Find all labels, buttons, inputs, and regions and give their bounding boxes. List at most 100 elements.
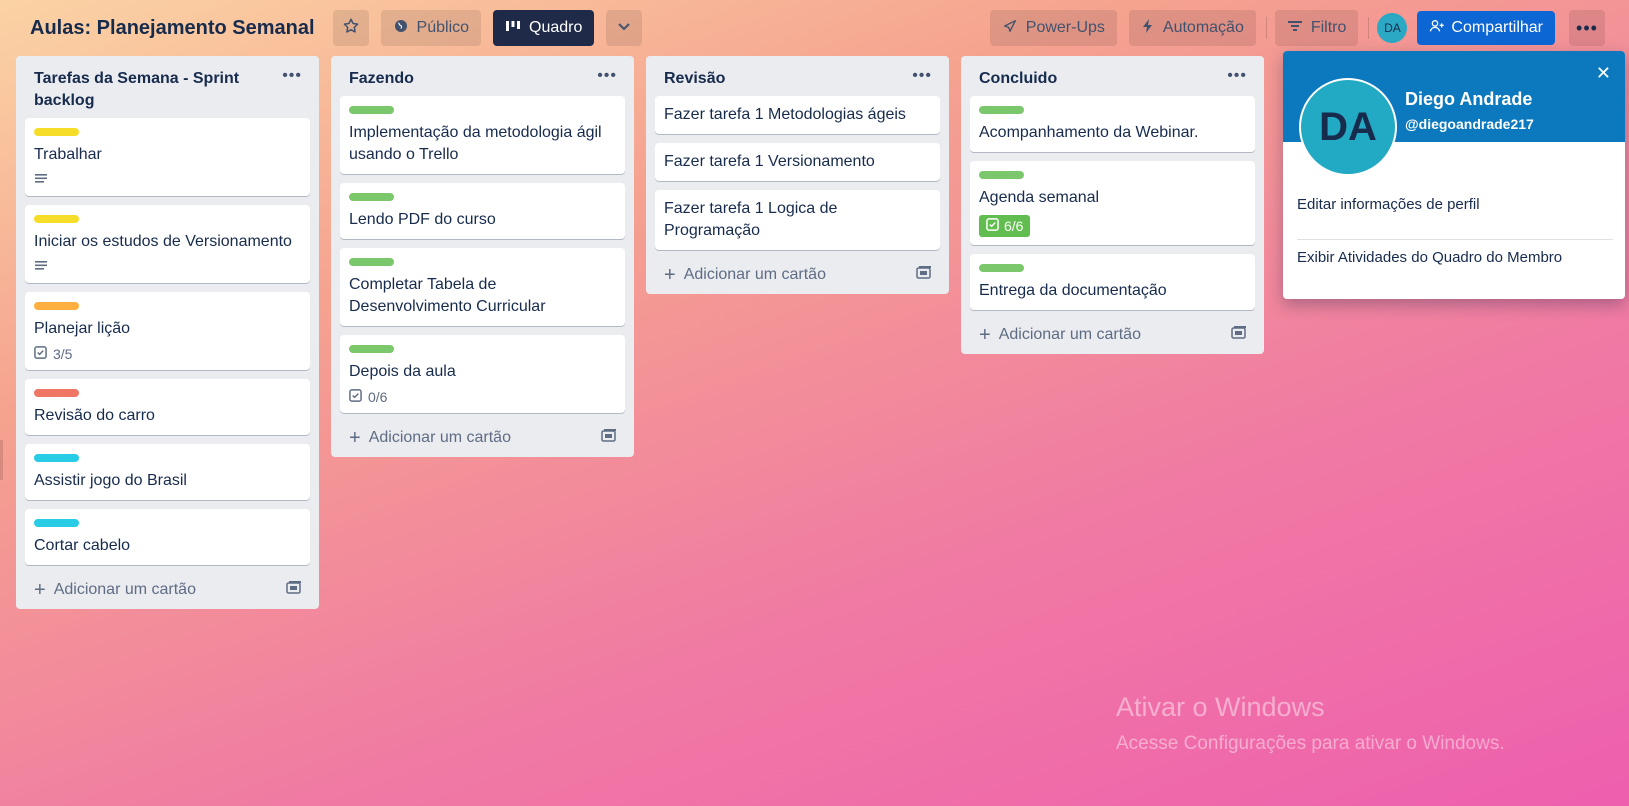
card-title: Agenda semanal bbox=[979, 189, 1100, 206]
globe-icon bbox=[393, 18, 409, 39]
template-icon[interactable] bbox=[286, 580, 302, 599]
board-view-icon bbox=[505, 19, 521, 38]
template-icon[interactable] bbox=[1231, 325, 1247, 344]
card[interactable]: Iniciar os estudos de Versionamento bbox=[25, 205, 310, 283]
card-title: Acompanhamento da Webinar. bbox=[979, 124, 1199, 141]
automation-label: Automação bbox=[1162, 19, 1244, 36]
checklist-count: 0/6 bbox=[368, 389, 388, 405]
card[interactable]: Planejar lição 3/5 bbox=[25, 292, 310, 370]
card-label[interactable] bbox=[34, 454, 79, 462]
list-header[interactable]: Concluido ••• bbox=[970, 64, 1255, 96]
more-icon[interactable]: ••• bbox=[912, 68, 932, 84]
close-icon[interactable]: ✕ bbox=[1596, 63, 1611, 84]
lightning-icon bbox=[1141, 18, 1155, 39]
card[interactable]: Acompanhamento da Webinar. bbox=[970, 96, 1255, 152]
filter-button[interactable]: Filtro bbox=[1274, 10, 1359, 46]
card-title: Entrega da documentação bbox=[979, 282, 1167, 299]
card-label[interactable] bbox=[979, 264, 1024, 272]
checklist-icon bbox=[34, 346, 47, 362]
card-label[interactable] bbox=[979, 171, 1024, 179]
card[interactable]: Cortar cabelo bbox=[25, 509, 310, 565]
card[interactable]: Lendo PDF do curso bbox=[340, 183, 625, 239]
more-icon[interactable]: ••• bbox=[282, 68, 302, 84]
template-icon[interactable] bbox=[601, 428, 617, 447]
card-label[interactable] bbox=[34, 519, 79, 527]
card-badges bbox=[34, 172, 301, 188]
card[interactable]: Trabalhar bbox=[25, 118, 310, 196]
more-icon[interactable]: ••• bbox=[1227, 68, 1247, 84]
card-badges: 6/6 bbox=[979, 215, 1246, 237]
card[interactable]: Depois da aula 0/6 bbox=[340, 335, 625, 413]
card[interactable]: Assistir jogo do Brasil bbox=[25, 444, 310, 500]
card[interactable]: Agenda semanal 6/6 bbox=[970, 161, 1255, 245]
add-card-label: Adicionar um cartão bbox=[53, 580, 196, 598]
card[interactable]: Fazer tarefa 1 Versionamento bbox=[655, 143, 940, 181]
avatar-initials: DA bbox=[1384, 21, 1401, 35]
list-header[interactable]: Revisão ••• bbox=[655, 64, 940, 96]
card-label[interactable] bbox=[349, 345, 394, 353]
windows-activation-title: Ativar o Windows bbox=[1116, 692, 1325, 722]
star-button[interactable] bbox=[332, 10, 369, 46]
share-button[interactable]: Compartilhar bbox=[1417, 11, 1555, 45]
card-title: Trabalhar bbox=[34, 146, 102, 163]
card-label[interactable] bbox=[34, 302, 79, 310]
list-title[interactable]: Concluido bbox=[979, 68, 1057, 90]
card-label[interactable] bbox=[34, 128, 79, 136]
list-title[interactable]: Revisão bbox=[664, 68, 725, 90]
card-title: Fazer tarefa 1 Logica de Programação bbox=[664, 200, 838, 239]
card[interactable]: Revisão do carro bbox=[25, 379, 310, 435]
checklist-count: 3/5 bbox=[53, 346, 73, 362]
list-header[interactable]: Fazendo ••• bbox=[340, 64, 625, 96]
board-header: Aulas: Planejamento Semanal Público Quad… bbox=[0, 0, 1629, 56]
add-card-button[interactable]: + Adicionar um cartão bbox=[979, 325, 1141, 345]
automation-button[interactable]: Automação bbox=[1128, 10, 1256, 46]
view-switcher-button[interactable] bbox=[606, 10, 643, 46]
window-edge bbox=[0, 440, 3, 480]
plus-icon: + bbox=[34, 578, 46, 601]
board-view-button[interactable]: Quadro bbox=[493, 10, 595, 46]
card[interactable]: Completar Tabela de Desenvolvimento Curr… bbox=[340, 248, 625, 326]
card[interactable]: Fazer tarefa 1 Metodologias ágeis bbox=[655, 96, 940, 134]
list-title[interactable]: Fazendo bbox=[349, 68, 414, 90]
list-title[interactable]: Tarefas da Semana - Sprint backlog bbox=[34, 68, 254, 112]
visibility-button[interactable]: Público bbox=[380, 10, 482, 46]
card-label[interactable] bbox=[979, 106, 1024, 114]
edit-profile-link[interactable]: Editar informações de perfil bbox=[1297, 196, 1480, 213]
view-activity-link[interactable]: Exibir Atividades do Quadro do Membro bbox=[1297, 249, 1562, 266]
member-avatar[interactable]: DA bbox=[1377, 13, 1408, 43]
powerups-button[interactable]: Power-Ups bbox=[989, 10, 1117, 46]
add-card-button[interactable]: + Adicionar um cartão bbox=[349, 426, 511, 449]
add-person-icon bbox=[1429, 18, 1445, 39]
card-label[interactable] bbox=[349, 258, 394, 266]
rocket-icon bbox=[1002, 18, 1018, 39]
card[interactable]: Entrega da documentação bbox=[970, 254, 1255, 310]
card-label[interactable] bbox=[349, 193, 394, 201]
add-card-label: Adicionar um cartão bbox=[368, 428, 511, 446]
card-label[interactable] bbox=[349, 106, 394, 114]
card-label[interactable] bbox=[34, 389, 79, 397]
card[interactable]: Implementação da metodologia ágil usando… bbox=[340, 96, 625, 174]
description-icon bbox=[34, 172, 48, 188]
template-icon[interactable] bbox=[916, 265, 932, 284]
toolbar-divider bbox=[1368, 17, 1370, 39]
windows-activation-text: Acesse Configurações para ativar o Windo… bbox=[1116, 733, 1505, 754]
card-title: Revisão do carro bbox=[34, 407, 155, 424]
card-badges bbox=[34, 259, 301, 275]
card-title: Cortar cabelo bbox=[34, 537, 131, 554]
member-avatar-large: DA bbox=[1299, 78, 1397, 176]
board-title[interactable]: Aulas: Planejamento Semanal bbox=[30, 17, 315, 40]
board-menu-button[interactable]: ••• bbox=[1569, 10, 1605, 46]
powerups-label: Power-Ups bbox=[1025, 19, 1105, 36]
add-card-label: Adicionar um cartão bbox=[683, 265, 826, 283]
list-header[interactable]: Tarefas da Semana - Sprint backlog ••• bbox=[25, 64, 310, 118]
checklist-complete-badge: 6/6 bbox=[979, 215, 1031, 237]
card-label[interactable] bbox=[34, 215, 79, 223]
plus-icon: + bbox=[349, 426, 361, 449]
card-title: Lendo PDF do curso bbox=[349, 211, 496, 228]
add-card-button[interactable]: + Adicionar um cartão bbox=[664, 265, 826, 285]
add-card-button[interactable]: + Adicionar um cartão bbox=[34, 578, 196, 601]
card[interactable]: Fazer tarefa 1 Logica de Programação bbox=[655, 190, 940, 250]
card-title: Iniciar os estudos de Versionamento bbox=[34, 233, 292, 250]
more-icon[interactable]: ••• bbox=[597, 68, 617, 84]
filter-icon bbox=[1287, 19, 1303, 38]
